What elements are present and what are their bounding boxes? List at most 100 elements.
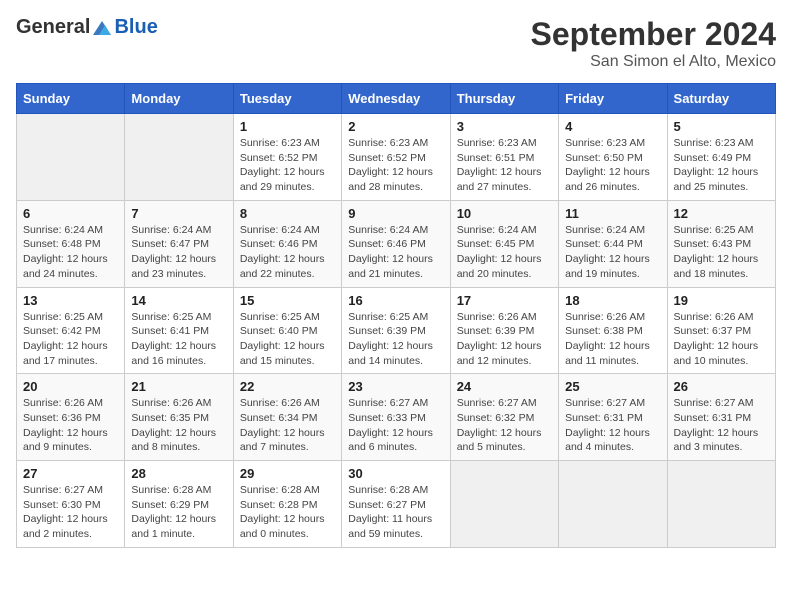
day-detail: Sunrise: 6:28 AMSunset: 6:28 PMDaylight:… — [240, 484, 325, 540]
day-number: 25 — [565, 379, 660, 394]
day-number: 3 — [457, 119, 552, 134]
logo-icon — [91, 17, 113, 39]
day-number: 2 — [348, 119, 443, 134]
col-header-tuesday: Tuesday — [233, 84, 341, 114]
day-detail: Sunrise: 6:24 AMSunset: 6:47 PMDaylight:… — [131, 224, 216, 280]
calendar-cell: 3 Sunrise: 6:23 AMSunset: 6:51 PMDaylight… — [450, 114, 558, 201]
day-detail: Sunrise: 6:25 AMSunset: 6:42 PMDaylight:… — [23, 311, 108, 367]
col-header-sunday: Sunday — [17, 84, 125, 114]
day-number: 29 — [240, 466, 335, 481]
calendar-cell: 2 Sunrise: 6:23 AMSunset: 6:52 PMDaylight… — [342, 114, 450, 201]
day-detail: Sunrise: 6:24 AMSunset: 6:44 PMDaylight:… — [565, 224, 650, 280]
day-detail: Sunrise: 6:25 AMSunset: 6:43 PMDaylight:… — [674, 224, 759, 280]
calendar-week-row: 1 Sunrise: 6:23 AMSunset: 6:52 PMDaylight… — [17, 114, 776, 201]
day-number: 24 — [457, 379, 552, 394]
page-header: General Blue September 2024 San Simon el… — [16, 16, 776, 71]
calendar-cell: 4Sunrise: 6:23 AMSunset: 6:50 PMDaylight… — [559, 114, 667, 201]
day-detail: Sunrise: 6:23 AMSunset: 6:51 PMDaylight:… — [457, 137, 542, 193]
day-number: 22 — [240, 379, 335, 394]
calendar-cell: 16 Sunrise: 6:25 AMSunset: 6:39 PMDayligh… — [342, 287, 450, 374]
calendar-cell: 24 Sunrise: 6:27 AMSunset: 6:32 PMDayligh… — [450, 374, 558, 461]
calendar-cell — [667, 461, 775, 548]
calendar-cell: 11 Sunrise: 6:24 AMSunset: 6:44 PMDayligh… — [559, 200, 667, 287]
calendar-cell: 7 Sunrise: 6:24 AMSunset: 6:47 PMDaylight… — [125, 200, 233, 287]
day-number: 14 — [131, 293, 226, 308]
day-number: 16 — [348, 293, 443, 308]
day-number: 27 — [23, 466, 118, 481]
day-detail: Sunrise: 6:23 AMSunset: 6:52 PMDaylight:… — [348, 137, 433, 193]
calendar-cell: 25Sunrise: 6:27 AMSunset: 6:31 PMDayligh… — [559, 374, 667, 461]
col-header-thursday: Thursday — [450, 84, 558, 114]
calendar-cell — [125, 114, 233, 201]
day-detail: Sunrise: 6:23 AMSunset: 6:49 PMDaylight:… — [674, 137, 759, 193]
calendar-cell: 9 Sunrise: 6:24 AMSunset: 6:46 PMDaylight… — [342, 200, 450, 287]
day-detail: Sunrise: 6:24 AMSunset: 6:45 PMDaylight:… — [457, 224, 542, 280]
day-detail: Sunrise: 6:25 AMSunset: 6:41 PMDaylight:… — [131, 311, 216, 367]
calendar-cell: 19Sunrise: 6:26 AMSunset: 6:37 PMDayligh… — [667, 287, 775, 374]
day-number: 10 — [457, 206, 552, 221]
calendar-cell: 29 Sunrise: 6:28 AMSunset: 6:28 PMDayligh… — [233, 461, 341, 548]
day-detail: Sunrise: 6:26 AMSunset: 6:37 PMDaylight:… — [674, 311, 759, 367]
calendar-table: SundayMondayTuesdayWednesdayThursdayFrid… — [16, 83, 776, 548]
sub-title: San Simon el Alto, Mexico — [531, 53, 776, 71]
day-number: 6 — [23, 206, 118, 221]
col-header-friday: Friday — [559, 84, 667, 114]
day-detail: Sunrise: 6:25 AMSunset: 6:39 PMDaylight:… — [348, 311, 433, 367]
logo-text: General — [16, 16, 113, 39]
day-detail: Sunrise: 6:28 AMSunset: 6:27 PMDaylight:… — [348, 484, 432, 540]
calendar-cell: 22 Sunrise: 6:26 AMSunset: 6:34 PMDayligh… — [233, 374, 341, 461]
calendar-cell: 12 Sunrise: 6:25 AMSunset: 6:43 PMDayligh… — [667, 200, 775, 287]
day-detail: Sunrise: 6:24 AMSunset: 6:48 PMDaylight:… — [23, 224, 108, 280]
calendar-cell: 23Sunrise: 6:27 AMSunset: 6:33 PMDayligh… — [342, 374, 450, 461]
day-number: 8 — [240, 206, 335, 221]
day-detail: Sunrise: 6:24 AMSunset: 6:46 PMDaylight:… — [348, 224, 433, 280]
day-detail: Sunrise: 6:27 AMSunset: 6:30 PMDaylight:… — [23, 484, 108, 540]
calendar-cell: 18 Sunrise: 6:26 AMSunset: 6:38 PMDayligh… — [559, 287, 667, 374]
day-detail: Sunrise: 6:26 AMSunset: 6:36 PMDaylight:… — [23, 397, 108, 453]
calendar-week-row: 6 Sunrise: 6:24 AMSunset: 6:48 PMDaylight… — [17, 200, 776, 287]
calendar-cell: 30 Sunrise: 6:28 AMSunset: 6:27 PMDayligh… — [342, 461, 450, 548]
day-detail: Sunrise: 6:26 AMSunset: 6:38 PMDaylight:… — [565, 311, 650, 367]
logo-blue: Blue — [114, 16, 157, 38]
calendar-week-row: 27 Sunrise: 6:27 AMSunset: 6:30 PMDayligh… — [17, 461, 776, 548]
day-detail: Sunrise: 6:26 AMSunset: 6:34 PMDaylight:… — [240, 397, 325, 453]
day-detail: Sunrise: 6:24 AMSunset: 6:46 PMDaylight:… — [240, 224, 325, 280]
day-detail: Sunrise: 6:23 AMSunset: 6:50 PMDaylight:… — [565, 137, 650, 193]
day-number: 18 — [565, 293, 660, 308]
day-number: 17 — [457, 293, 552, 308]
calendar-cell: 15Sunrise: 6:25 AMSunset: 6:40 PMDayligh… — [233, 287, 341, 374]
day-detail: Sunrise: 6:27 AMSunset: 6:32 PMDaylight:… — [457, 397, 542, 453]
day-number: 23 — [348, 379, 443, 394]
calendar-cell: 28Sunrise: 6:28 AMSunset: 6:29 PMDayligh… — [125, 461, 233, 548]
calendar-cell: 17 Sunrise: 6:26 AMSunset: 6:39 PMDayligh… — [450, 287, 558, 374]
calendar-week-row: 13 Sunrise: 6:25 AMSunset: 6:42 PMDayligh… — [17, 287, 776, 374]
calendar-cell: 8 Sunrise: 6:24 AMSunset: 6:46 PMDaylight… — [233, 200, 341, 287]
day-number: 28 — [131, 466, 226, 481]
day-detail: Sunrise: 6:26 AMSunset: 6:39 PMDaylight:… — [457, 311, 542, 367]
day-number: 1 — [240, 119, 335, 134]
day-number: 9 — [348, 206, 443, 221]
day-detail: Sunrise: 6:23 AMSunset: 6:52 PMDaylight:… — [240, 137, 325, 193]
day-number: 15 — [240, 293, 335, 308]
calendar-cell: 10 Sunrise: 6:24 AMSunset: 6:45 PMDayligh… — [450, 200, 558, 287]
day-number: 20 — [23, 379, 118, 394]
day-number: 11 — [565, 206, 660, 221]
calendar-cell: 6 Sunrise: 6:24 AMSunset: 6:48 PMDaylight… — [17, 200, 125, 287]
day-number: 5 — [674, 119, 769, 134]
calendar-cell — [17, 114, 125, 201]
calendar-cell: 1 Sunrise: 6:23 AMSunset: 6:52 PMDaylight… — [233, 114, 341, 201]
calendar-cell: 5 Sunrise: 6:23 AMSunset: 6:49 PMDaylight… — [667, 114, 775, 201]
day-number: 30 — [348, 466, 443, 481]
day-number: 13 — [23, 293, 118, 308]
calendar-cell — [559, 461, 667, 548]
day-number: 7 — [131, 206, 226, 221]
calendar-cell: 13 Sunrise: 6:25 AMSunset: 6:42 PMDayligh… — [17, 287, 125, 374]
main-title: September 2024 — [531, 16, 776, 53]
day-number: 12 — [674, 206, 769, 221]
day-number: 21 — [131, 379, 226, 394]
calendar-cell: 20 Sunrise: 6:26 AMSunset: 6:36 PMDayligh… — [17, 374, 125, 461]
calendar-cell: 14 Sunrise: 6:25 AMSunset: 6:41 PMDayligh… — [125, 287, 233, 374]
day-number: 26 — [674, 379, 769, 394]
col-header-wednesday: Wednesday — [342, 84, 450, 114]
calendar-cell: 27 Sunrise: 6:27 AMSunset: 6:30 PMDayligh… — [17, 461, 125, 548]
